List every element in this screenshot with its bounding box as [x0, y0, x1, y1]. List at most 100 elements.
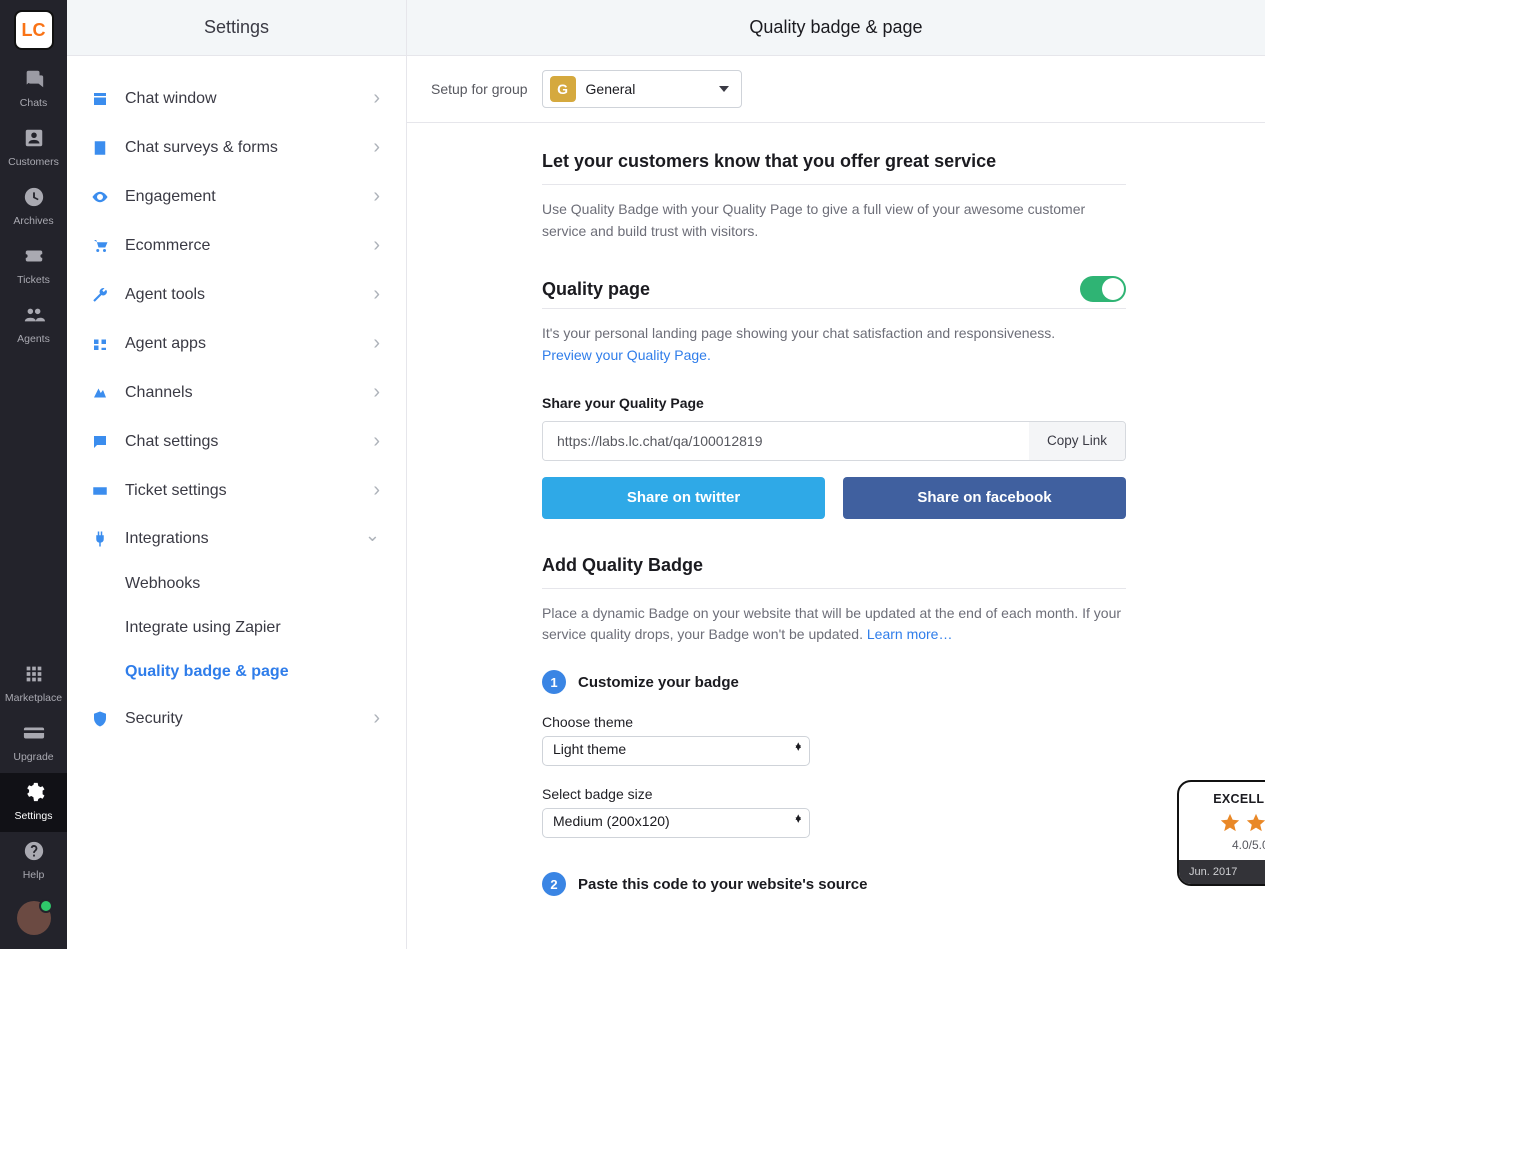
share-quality-page-label: Share your Quality Page — [542, 395, 1126, 411]
chevron-right-icon — [373, 234, 380, 257]
rail-item-upgrade[interactable]: Upgrade — [0, 714, 67, 773]
rail-item-help[interactable]: Help — [0, 832, 67, 891]
badge-preview: EXCELLENT SERVICE 4.0/5.0 - 10 ratings J… — [1177, 780, 1265, 886]
sidebar-item-engagement[interactable]: Engagement — [67, 172, 406, 221]
main-nav-rail: LC Chats Customers Archives Tickets Agen… — [0, 0, 67, 949]
rail-label: Marketplace — [5, 692, 62, 704]
copy-link-button[interactable]: Copy Link — [1029, 422, 1125, 460]
rail-item-customers[interactable]: Customers — [0, 119, 67, 178]
sidebar-item-label: Integrations — [125, 530, 349, 548]
rail-label: Agents — [17, 333, 50, 345]
sidebar-item-label: Engagement — [125, 188, 357, 206]
rail-item-settings[interactable]: Settings — [0, 773, 67, 832]
step-1-badge: 1 — [542, 670, 566, 694]
share-url-row: Copy Link — [542, 421, 1126, 461]
choose-theme-label: Choose theme — [542, 714, 1126, 730]
sidebar-item-label: Chat window — [125, 90, 357, 108]
sidebar-item-chat-settings[interactable]: Chat settings — [67, 417, 406, 466]
sidebar-item-label: Security — [125, 710, 357, 728]
sidebar-item-integrations[interactable]: Integrations — [67, 515, 406, 562]
chevron-right-icon — [373, 430, 380, 453]
chevron-right-icon — [373, 185, 380, 208]
badge-preview-stars — [1189, 812, 1265, 834]
sidebar-item-label: Agent apps — [125, 335, 357, 353]
grid-icon — [23, 663, 45, 688]
settings-sidebar: Settings Chat window Chat surveys & form… — [67, 0, 407, 949]
group-avatar-badge: G — [550, 76, 576, 102]
sidebar-item-agent-tools[interactable]: Agent tools — [67, 270, 406, 319]
sidebar-subitem-zapier[interactable]: Integrate using Zapier — [67, 606, 406, 650]
wrench-icon — [91, 286, 109, 304]
rail-label: Upgrade — [13, 751, 53, 763]
sidebar-item-label: Ecommerce — [125, 237, 357, 255]
badge-preview-date: Jun. 2017 — [1189, 866, 1237, 878]
rail-item-archives[interactable]: Archives — [0, 178, 67, 237]
rail-label: Archives — [13, 215, 53, 227]
contact-icon — [23, 127, 45, 152]
quality-page-heading: Quality page — [542, 279, 650, 300]
sidebar-item-label: Ticket settings — [125, 482, 357, 500]
settings-sidebar-list: Chat window Chat surveys & forms Engagem… — [67, 56, 406, 761]
theme-select[interactable]: Light theme — [542, 736, 810, 766]
chevron-down-icon — [365, 528, 380, 549]
sidebar-subitem-quality-badge[interactable]: Quality badge & page — [67, 650, 406, 694]
app-logo: LC — [14, 10, 54, 50]
sidebar-item-security[interactable]: Security — [67, 694, 406, 743]
rail-item-agents[interactable]: Agents — [0, 296, 67, 355]
sidebar-subitem-webhooks[interactable]: Webhooks — [67, 562, 406, 606]
sidebar-item-ticket-settings[interactable]: Ticket settings — [67, 466, 406, 515]
sidebar-item-ecommerce[interactable]: Ecommerce — [67, 221, 406, 270]
step-1-title: Customize your badge — [578, 674, 739, 691]
star-filled-icon — [1219, 812, 1241, 834]
annotation-arrow — [1197, 310, 1265, 540]
chevron-right-icon — [373, 283, 380, 306]
user-avatar[interactable] — [17, 901, 51, 935]
step-2-title: Paste this code to your website's source — [578, 876, 868, 893]
main-content: Quality badge & page Setup for group G G… — [407, 0, 1265, 949]
badge-preview-headline: EXCELLENT SERVICE — [1189, 792, 1265, 806]
rail-label: Help — [23, 869, 45, 881]
chevron-right-icon — [373, 136, 380, 159]
divider — [542, 588, 1126, 589]
sidebar-item-channels[interactable]: Channels — [67, 368, 406, 417]
sidebar-item-chat-surveys[interactable]: Chat surveys & forms — [67, 123, 406, 172]
channels-icon — [91, 384, 109, 402]
rail-item-tickets[interactable]: Tickets — [0, 237, 67, 296]
quality-page-url-input[interactable] — [543, 422, 1029, 460]
gear-icon — [23, 781, 45, 806]
ticket-settings-icon — [91, 482, 109, 500]
plug-icon — [91, 530, 109, 548]
agents-icon — [23, 304, 45, 329]
rail-label: Settings — [15, 810, 53, 822]
card-icon — [23, 722, 45, 747]
share-twitter-button[interactable]: Share on twitter — [542, 477, 825, 519]
chevron-right-icon — [373, 381, 380, 404]
chat-settings-icon — [91, 433, 109, 451]
help-icon — [23, 840, 45, 865]
star-filled-icon — [1245, 812, 1265, 834]
sidebar-item-chat-window[interactable]: Chat window — [67, 74, 406, 123]
preview-quality-page-link[interactable]: Preview your Quality Page. — [542, 347, 711, 363]
sidebar-item-label: Chat surveys & forms — [125, 139, 357, 157]
step-2-badge: 2 — [542, 872, 566, 896]
add-quality-badge-body: Place a dynamic Badge on your website th… — [542, 603, 1126, 646]
quality-page-body-text: It's your personal landing page showing … — [542, 325, 1055, 341]
ticket-icon — [23, 245, 45, 270]
sidebar-item-agent-apps[interactable]: Agent apps — [67, 319, 406, 368]
rail-item-marketplace[interactable]: Marketplace — [0, 655, 67, 714]
add-quality-badge-heading: Add Quality Badge — [542, 555, 1126, 576]
share-facebook-button[interactable]: Share on facebook — [843, 477, 1126, 519]
page-title: Quality badge & page — [407, 0, 1265, 56]
add-quality-badge-body-text: Place a dynamic Badge on your website th… — [542, 605, 1121, 643]
divider — [542, 308, 1126, 309]
intro-body: Use Quality Badge with your Quality Page… — [542, 199, 1126, 242]
rail-item-chats[interactable]: Chats — [0, 60, 67, 119]
badge-size-select[interactable]: Medium (200x120) — [542, 808, 810, 838]
group-select[interactable]: G General — [542, 70, 742, 108]
window-icon — [91, 90, 109, 108]
settings-sidebar-title: Settings — [67, 0, 406, 56]
rail-label: Tickets — [17, 274, 50, 286]
learn-more-link[interactable]: Learn more… — [867, 626, 953, 642]
chevron-right-icon — [373, 479, 380, 502]
quality-page-toggle[interactable] — [1080, 276, 1126, 302]
